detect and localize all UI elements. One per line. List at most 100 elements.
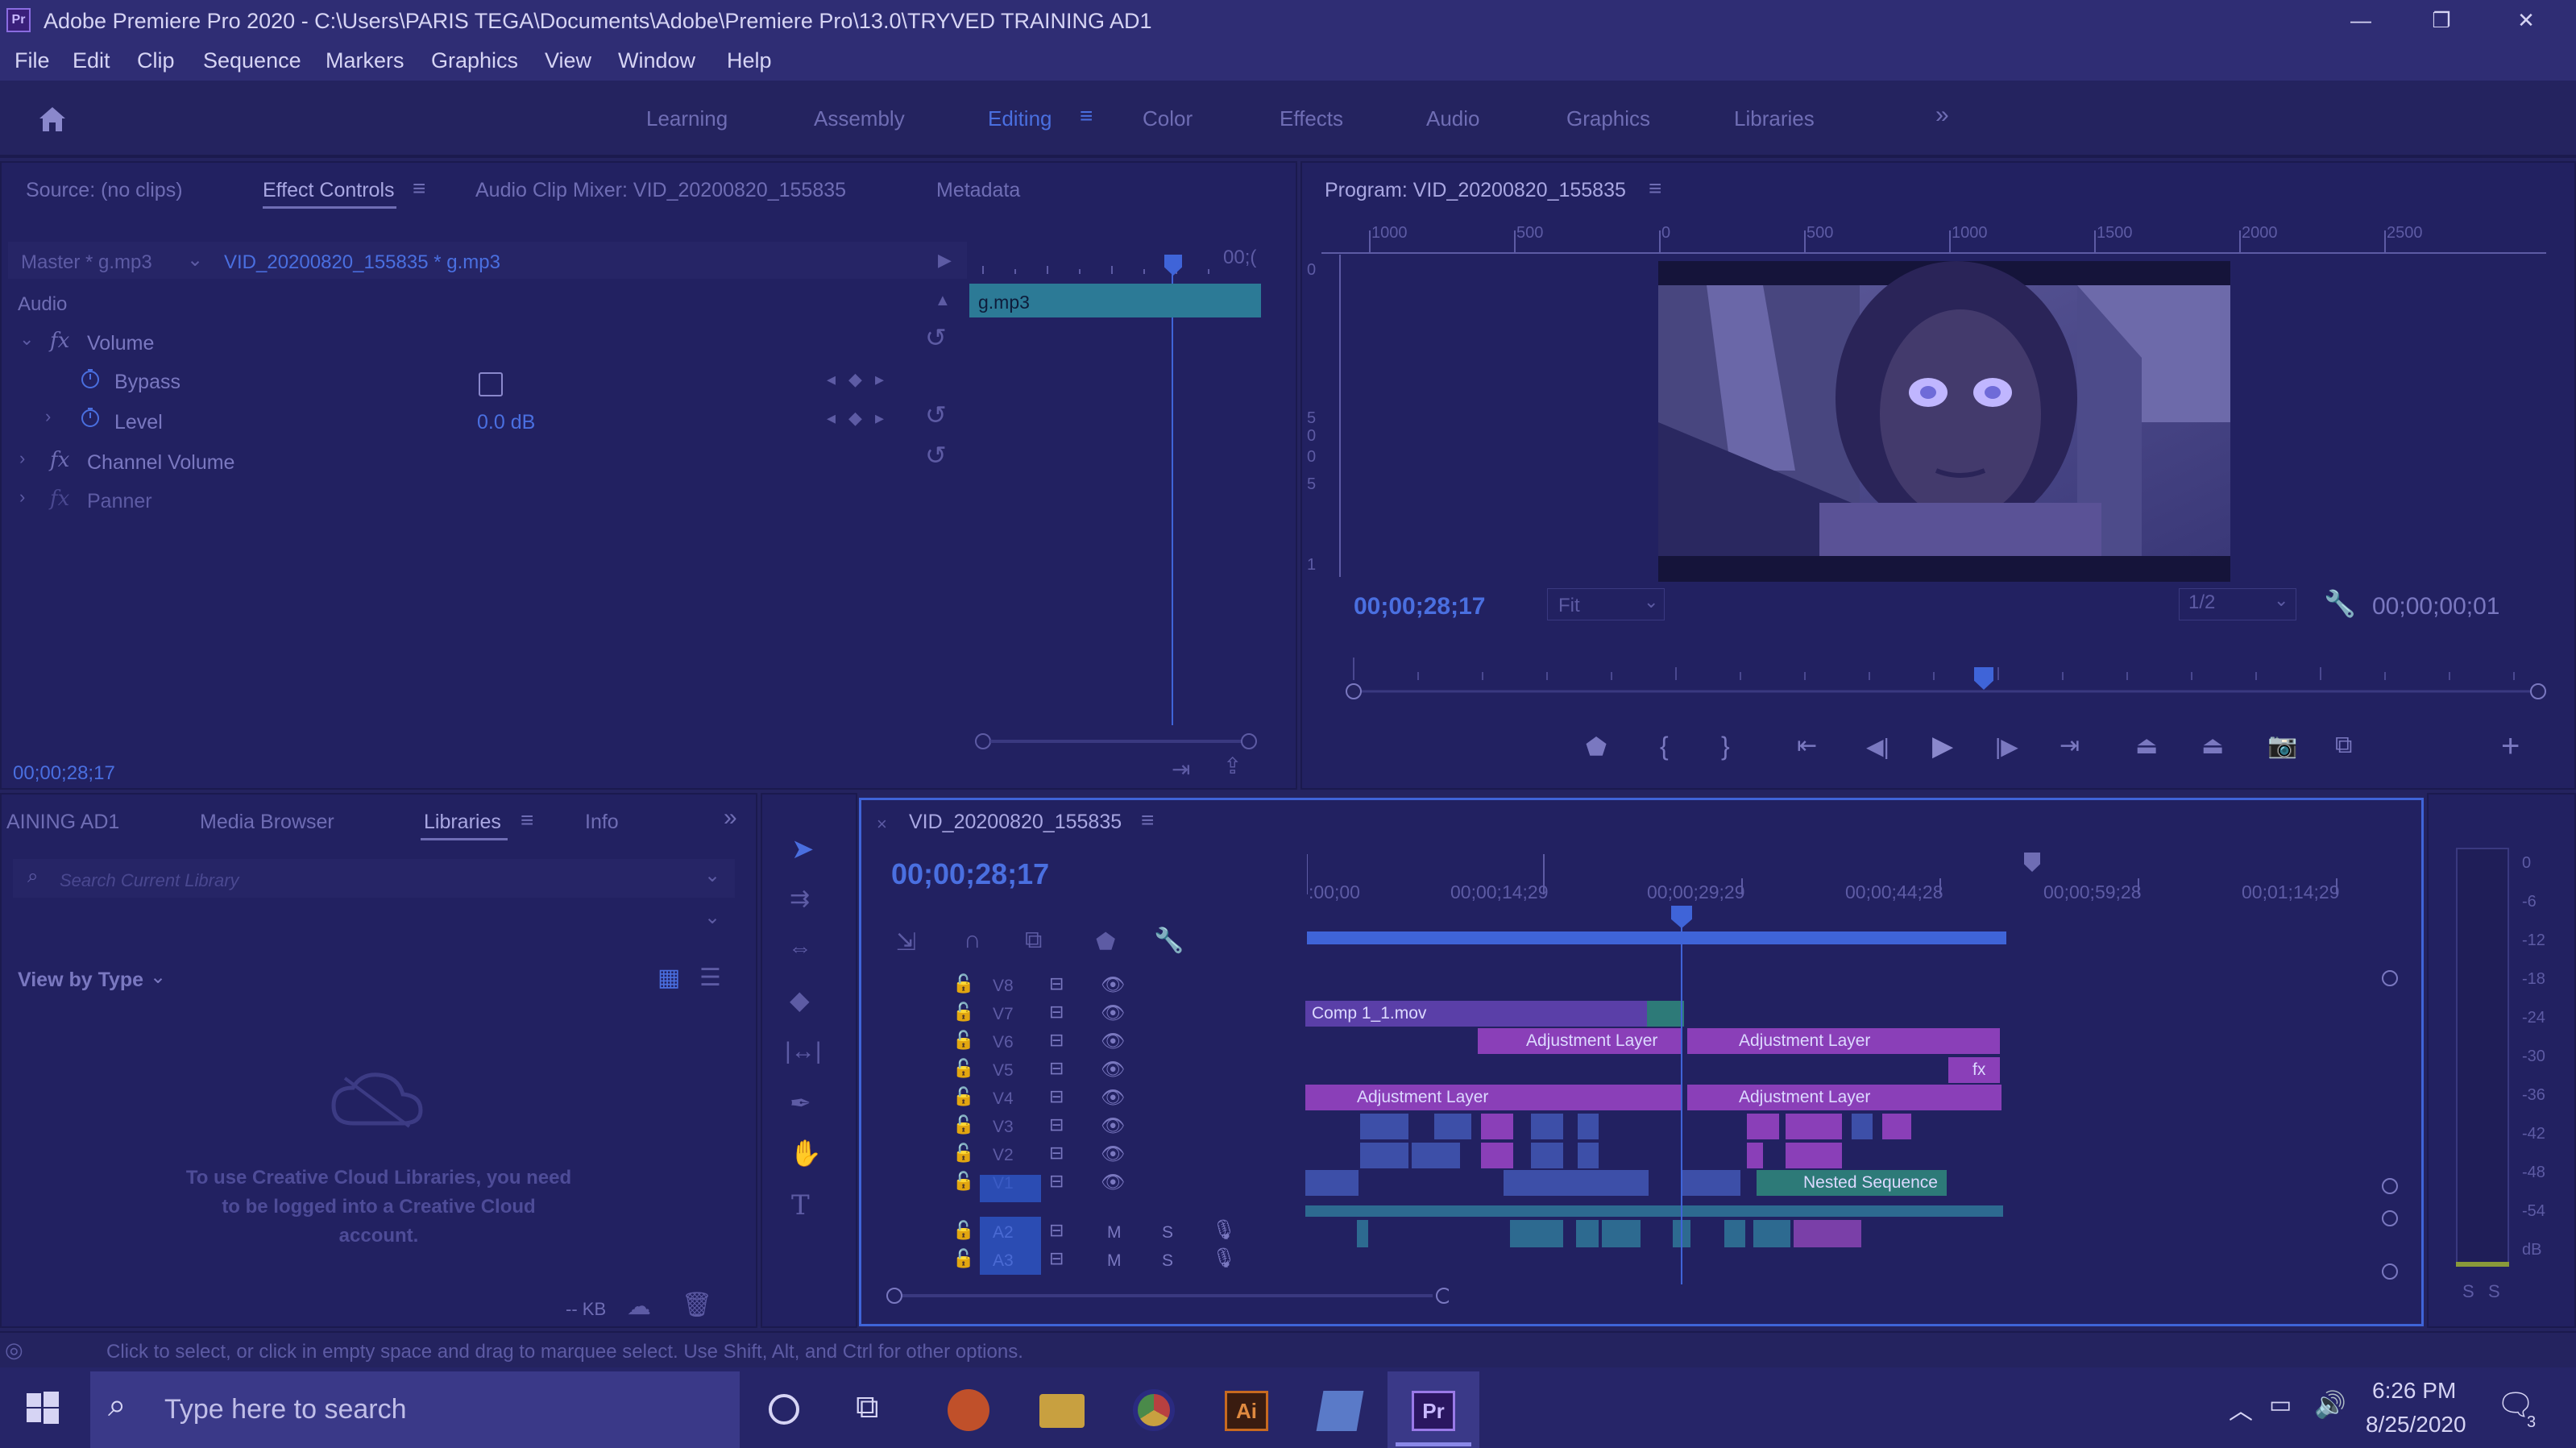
lift-icon[interactable]: ⏏ [2135,732,2158,760]
timeline-zoom-scrollbar[interactable] [885,1286,1449,1305]
workspace-assembly[interactable]: Assembly [814,106,905,131]
restore-button[interactable]: ❐ [2401,0,2482,40]
view-by-chevron-icon[interactable]: ⌄ [150,965,166,989]
track-label[interactable]: V5 [993,1061,1014,1081]
type-tool-icon[interactable]: T [791,1189,810,1222]
clip-adjustment-layer-v6-b[interactable]: Adjustment Layer [1687,1028,2000,1054]
mark-in-icon[interactable]: { [1660,732,1669,761]
track-label[interactable]: V2 [993,1146,1014,1165]
panner-fx-icon[interactable]: fx [50,487,69,511]
solo-button[interactable]: S [1162,1251,1173,1271]
clock-time[interactable]: 6:26 PM [2372,1378,2456,1404]
sync-lock-icon[interactable]: ⊟ [1049,1143,1064,1164]
mark-out-icon[interactable]: } [1721,732,1730,761]
v3-clips-right[interactable] [1747,1114,1913,1139]
lock-icon[interactable]: 🔓 [952,1030,974,1051]
clip-comp-tail[interactable] [1647,1001,1684,1027]
sync-lock-icon[interactable]: ⊟ [1049,973,1064,994]
lock-icon[interactable]: 🔓 [952,973,974,994]
menu-graphics[interactable]: Graphics [431,48,518,73]
menu-edit[interactable]: Edit [73,48,110,73]
solo-button[interactable]: S [1162,1223,1173,1243]
track-label[interactable]: V6 [993,1033,1014,1052]
clip-adjustment-layer-v4-b[interactable]: Adjustment Layer [1687,1085,2001,1110]
v1-clips[interactable] [1305,1170,1740,1196]
sync-lock-icon[interactable]: ⊟ [1049,1248,1064,1269]
cortana-icon[interactable] [769,1394,799,1425]
clip-comp-1-1[interactable]: Comp 1_1.mov [1305,1001,1647,1027]
panel-overflow-icon[interactable]: » [724,804,737,832]
eye-icon[interactable]: 👁 [1101,1143,1125,1166]
a2-a3-target-highlight[interactable] [980,1217,1041,1275]
cloud-sync-icon[interactable]: ☁ [627,1292,651,1321]
step-forward-icon[interactable]: |▶ [1995,733,2018,760]
eye-icon[interactable]: 👁 [1101,973,1125,997]
filter-clip-icon[interactable]: ⇥ [1172,756,1190,782]
v2-clips[interactable] [1360,1143,1666,1168]
tab-audio-clip-mixer[interactable]: Audio Clip Mixer: VID_20200820_155835 [475,179,846,202]
bypass-stopwatch-icon[interactable] [79,367,102,390]
workspace-audio[interactable]: Audio [1426,106,1480,131]
record-mic-icon[interactable]: 🎙 [1212,1218,1236,1242]
menu-help[interactable]: Help [727,48,772,73]
track-select-tool-icon[interactable]: ⇉ [790,885,810,913]
sync-lock-icon[interactable]: ⊟ [1049,1002,1064,1023]
eye-icon[interactable]: 👁 [1101,1114,1125,1138]
a2-audio-clips[interactable] [1305,1220,1861,1247]
battery-icon[interactable]: ▭ [2269,1391,2292,1419]
track-label[interactable]: V3 [993,1118,1014,1137]
volume-expand-icon[interactable]: ⌄ [19,329,34,350]
task-view-icon[interactable]: ⧉ [856,1389,879,1425]
channel-volume-expand-icon[interactable]: › [19,448,25,469]
firefox-icon[interactable] [948,1389,989,1431]
snap-magnet-icon[interactable]: ∩ [964,927,981,954]
illustrator-icon[interactable]: Ai [1225,1391,1268,1431]
menu-view[interactable]: View [545,48,591,73]
clip-nested-sequence[interactable]: Nested Sequence [1757,1170,1947,1196]
tab-media-browser[interactable]: Media Browser [200,811,334,834]
tab-effect-controls[interactable]: Effect Controls [263,179,395,202]
clip-adjustment-layer-v6-a[interactable]: Adjustment Layer [1478,1028,1681,1054]
clip-label[interactable]: VID_20200820_155835 * g.mp3 [224,251,500,274]
v1-target-highlight[interactable] [980,1175,1041,1202]
step-back-icon[interactable]: ◀| [1866,733,1889,760]
tab-info[interactable]: Info [585,811,619,834]
mute-button[interactable]: M [1107,1223,1122,1243]
master-label[interactable]: Master * g.mp3 [21,251,152,274]
export-icon[interactable]: ⇪ [1223,753,1242,779]
tab-project[interactable]: AINING AD1 [6,811,119,834]
menu-sequence[interactable]: Sequence [203,48,301,73]
home-icon[interactable] [35,103,69,135]
add-marker-icon[interactable]: ⬟ [1586,733,1607,761]
close-button[interactable]: ✕ [2486,0,2566,40]
sync-lock-icon[interactable]: ⊟ [1049,1220,1064,1241]
eye-icon[interactable]: 👁 [1101,1002,1125,1025]
v3-clips[interactable] [1360,1114,1626,1139]
sync-lock-icon[interactable]: ⊟ [1049,1171,1064,1192]
lock-icon[interactable]: 🔓 [952,1171,974,1192]
level-stopwatch-icon[interactable] [79,406,102,429]
extract-icon[interactable]: ⏏ [2201,732,2224,760]
lock-icon[interactable]: 🔓 [952,1143,974,1164]
library-search-dropdown-icon[interactable]: ⌄ [704,864,720,887]
close-sequence-icon[interactable]: × [877,814,887,835]
level-expand-icon[interactable]: › [45,406,51,427]
timeline-vertical-scrollbar[interactable] [2380,964,2400,1286]
sync-lock-icon[interactable]: ⊟ [1049,1030,1064,1051]
ripple-edit-tool-icon[interactable]: ⇔ [788,935,812,962]
track-label[interactable]: V4 [993,1089,1014,1109]
clip-v5-fx[interactable]: fx [1948,1057,2000,1083]
export-frame-camera-icon[interactable]: 📷 [2267,732,2297,760]
sync-lock-icon[interactable]: ⊟ [1049,1114,1064,1135]
v2-clips-right[interactable] [1747,1143,1860,1168]
ec-timeline-ruler[interactable] [967,242,1265,279]
mute-button[interactable]: M [1107,1251,1122,1271]
workspace-menu-icon[interactable]: ≡ [1080,103,1093,129]
go-to-out-icon[interactable]: ⇥ [2060,732,2080,760]
sequence-menu-icon[interactable]: ≡ [1141,807,1154,833]
grid-view-icon[interactable]: ▦ [657,964,680,992]
lock-icon[interactable]: 🔓 [952,1058,974,1079]
file-explorer-icon[interactable] [1039,1394,1085,1428]
compare-view-icon[interactable]: ⧉ [2335,732,2352,759]
scroll-up-icon[interactable]: ▲ [935,292,951,310]
